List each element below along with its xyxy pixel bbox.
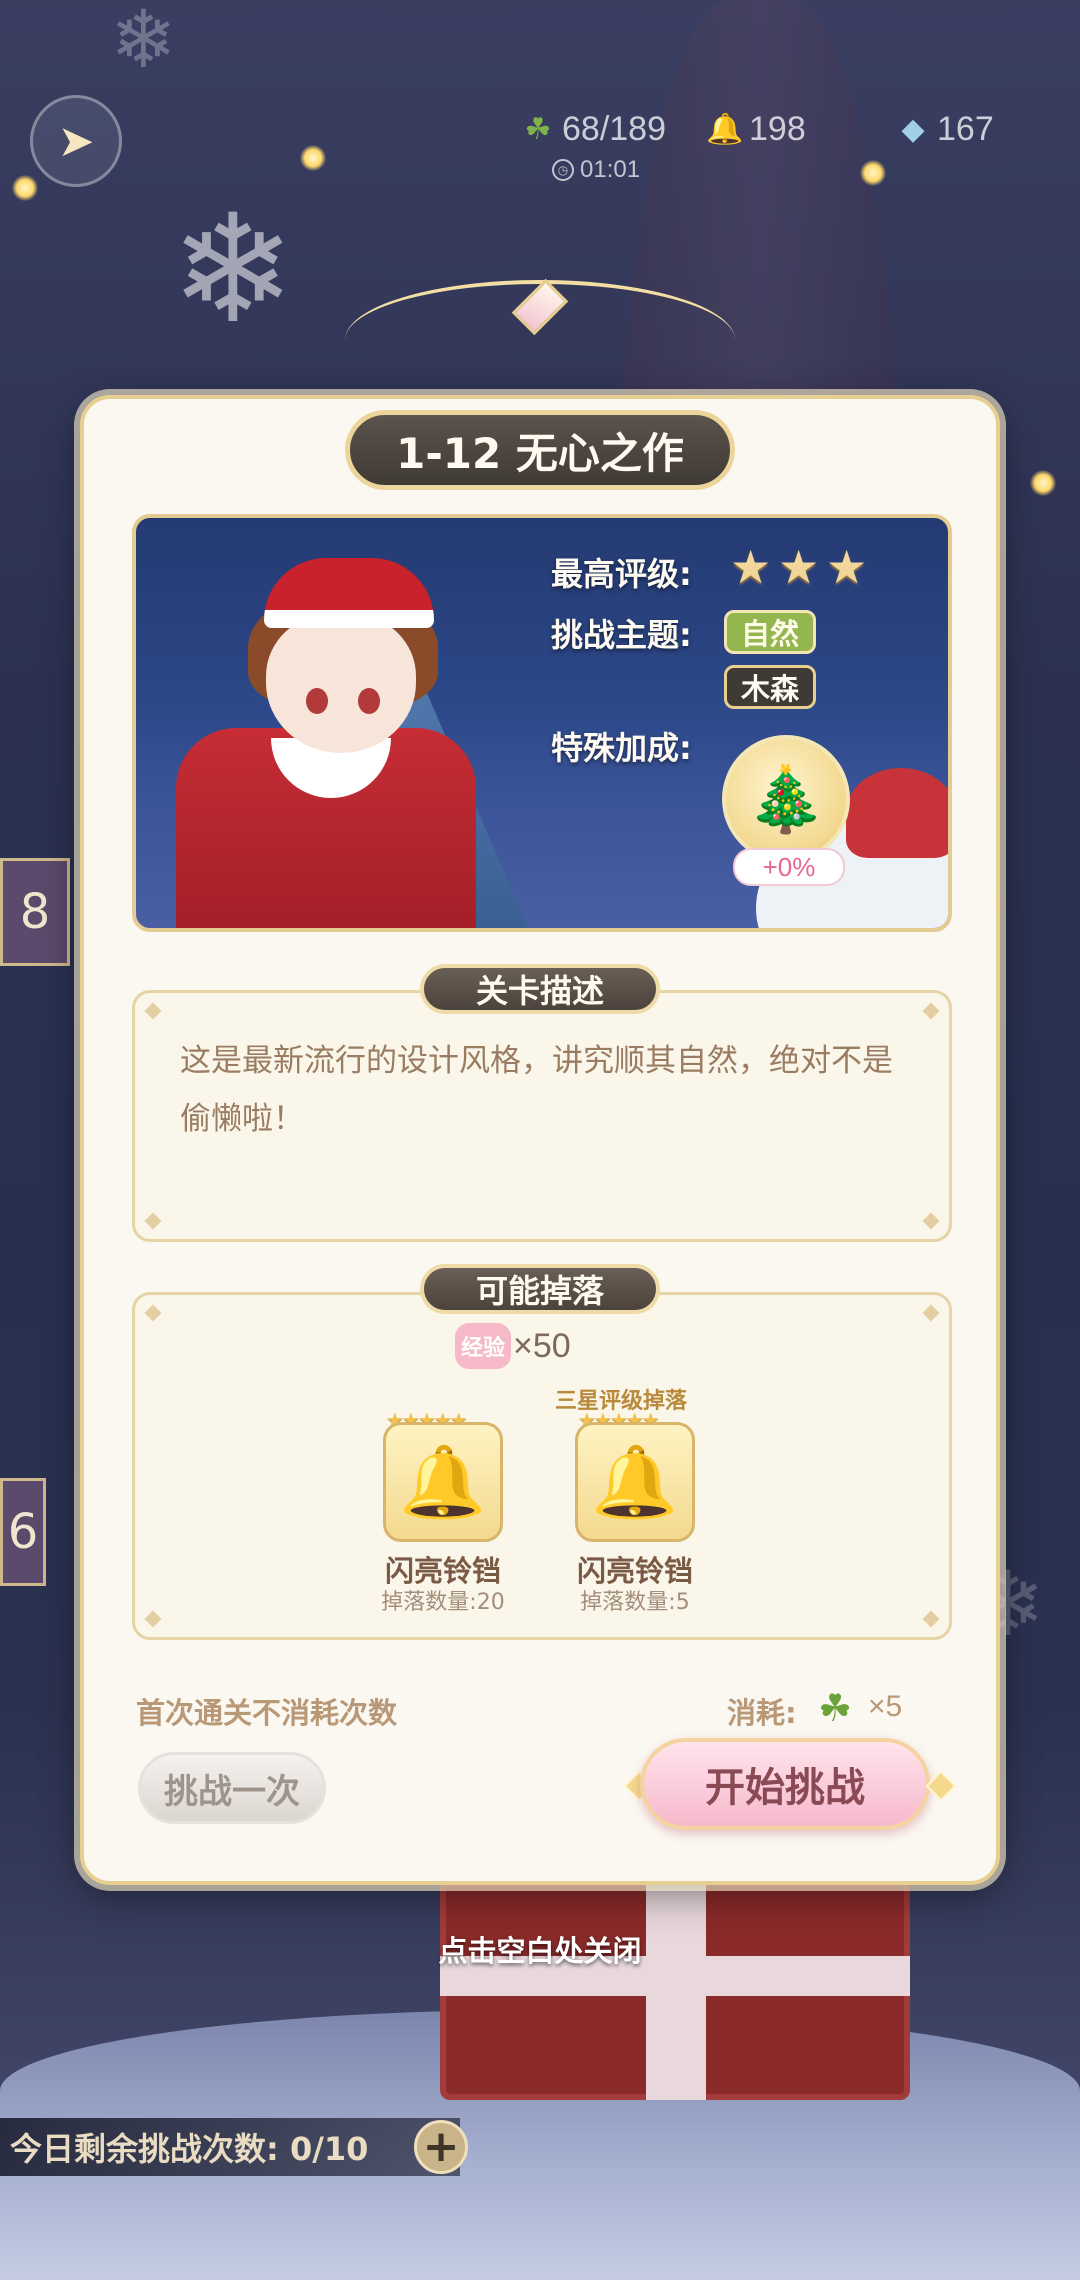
star-icon: ★ (826, 540, 868, 594)
bell-icon: 🔔 (399, 1440, 487, 1523)
start-challenge-button[interactable]: 开始挑战 (640, 1738, 930, 1830)
background-gift-box (440, 1880, 910, 2100)
description-text: 这是最新流行的设计风格，讲究顺其自然，绝对不是偷懒啦！ (180, 1043, 893, 1137)
drop-item-count: 掉落数量:20 (381, 1590, 505, 1615)
string-light (1030, 470, 1056, 496)
drop-item-card[interactable]: 🔔 (575, 1422, 695, 1542)
snowman-hat (846, 768, 948, 858)
corner-ornament (144, 1212, 162, 1230)
bell-counter: 🔔 198 (705, 104, 806, 154)
add-attempts-button[interactable]: + (414, 2120, 468, 2174)
corner-ornament (922, 1610, 940, 1628)
corner-ornament (922, 1304, 940, 1322)
theme-label: 挑战主题: (551, 616, 692, 654)
corner-ornament (922, 1002, 940, 1020)
clover-counter: ☘ 68/189 (518, 104, 666, 154)
snowflake-ornament-icon: ❄ (170, 183, 296, 357)
star-icon: ★ (778, 540, 820, 594)
side-tab-left-bottom[interactable]: 6 (0, 1478, 46, 1586)
character-santa-hat (264, 558, 434, 628)
bell-icon: 🔔 (591, 1440, 679, 1523)
bell-icon: 🔔 (706, 112, 744, 146)
gem-counter: ◆ 167 (893, 104, 994, 154)
gem-value: 167 (937, 109, 994, 148)
exp-icon: 经验 (455, 1323, 511, 1369)
gem-icon: ◆ (901, 112, 925, 146)
character-face (266, 613, 416, 753)
string-light (300, 145, 326, 171)
first-clear-note: 首次通关不消耗次数 (136, 1696, 398, 1730)
corner-ornament (144, 1002, 162, 1020)
plus-icon: + (422, 2121, 460, 2172)
challenge-once-button[interactable]: 挑战一次 (138, 1752, 326, 1824)
clover-icon: ☘ (524, 112, 552, 146)
bell-value: 198 (749, 109, 806, 148)
regen-timer: ◷ 01:01 (552, 156, 640, 184)
clover-value: 68/189 (562, 109, 666, 148)
drop-item-card[interactable]: 🔔 (383, 1422, 503, 1542)
daily-attempts-label: 今日剩余挑战次数: 0/10 (10, 2130, 369, 2168)
snowflake-icon: ❄ (110, 0, 178, 86)
character-eye (306, 688, 328, 714)
cost-label: 消耗: (727, 1696, 797, 1730)
drop-item-count: 掉落数量:5 (580, 1590, 690, 1615)
back-button[interactable]: ➤ (30, 95, 122, 187)
string-light (860, 160, 886, 186)
theme-tag-wood: 木森 (724, 665, 816, 709)
timer-value: 01:01 (580, 156, 641, 183)
corner-ornament (144, 1610, 162, 1628)
theme-tag-nature: 自然 (724, 610, 816, 654)
stage-title: 1-12 无心之作 (345, 410, 735, 490)
bonus-label: 特殊加成: (551, 729, 692, 767)
daily-attempts-bar: 今日剩余挑战次数: 0/10 (0, 2118, 460, 2176)
bonus-value: +0% (733, 848, 845, 886)
side-tab-left-top[interactable]: 8 (0, 858, 70, 966)
cost-amount: ×5 (868, 1690, 903, 1723)
description-title: 关卡描述 (420, 964, 660, 1014)
exp-amount: ×50 (513, 1327, 571, 1365)
back-arrow-icon: ➤ (57, 115, 95, 167)
corner-ornament (144, 1304, 162, 1322)
string-light (12, 175, 38, 201)
bonus-christmas-tree-icon[interactable]: 🎄 (722, 735, 850, 863)
drops-title: 可能掉落 (420, 1264, 660, 1314)
best-rating-label: 最高评级: (551, 555, 692, 593)
close-hint[interactable]: 点击空白处关闭 (0, 1928, 1080, 1970)
star-icon: ★ (730, 540, 772, 594)
clock-icon: ◷ (552, 159, 574, 181)
corner-ornament (922, 1212, 940, 1230)
clover-icon: ☘ (818, 1686, 853, 1730)
character-eye (358, 688, 380, 714)
